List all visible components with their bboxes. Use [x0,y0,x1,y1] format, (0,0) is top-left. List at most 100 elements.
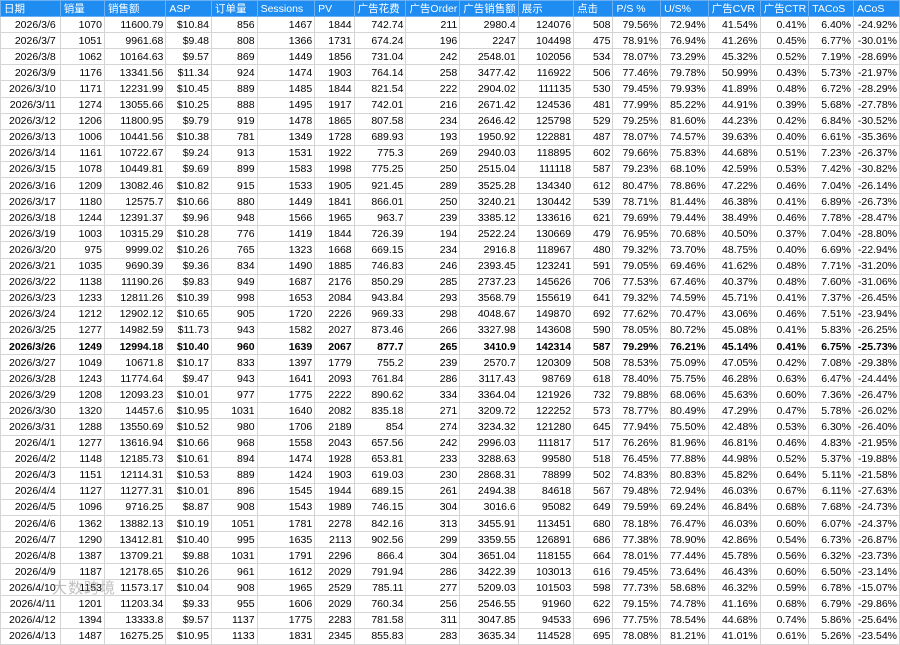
data-cell[interactable]: 81.60% [660,112,709,130]
data-cell[interactable]: -26.47% [852,386,900,404]
data-cell[interactable]: 1320 [59,402,105,420]
data-cell[interactable]: -24.92% [852,16,900,34]
data-cell[interactable]: 72.94% [660,16,709,34]
data-cell[interactable]: 78.54% [660,611,709,629]
data-cell[interactable]: 1965 [314,209,355,227]
data-cell[interactable]: 3455.91 [459,514,519,533]
data-cell[interactable]: 41.01% [707,627,761,645]
data-cell[interactable]: 47.22% [707,177,761,195]
data-cell[interactable]: 68.06% [660,386,709,404]
data-cell[interactable]: 2222 [314,386,355,404]
data-cell[interactable]: 618 [573,370,614,388]
data-cell[interactable]: 3240.21 [459,193,519,211]
data-cell[interactable]: 0.41% [759,337,810,356]
data-cell[interactable]: 13616.94 [103,434,167,452]
data-cell[interactable]: 79.69% [612,209,662,227]
data-cell[interactable]: 79.32% [612,241,662,259]
data-cell[interactable]: 111118 [517,160,575,179]
data-cell[interactable]: 75.09% [660,354,709,372]
data-cell[interactable]: 46.43% [707,563,761,581]
data-cell[interactable]: 980 [210,418,258,436]
data-cell[interactable]: 1903 [314,466,355,484]
data-cell[interactable]: 0.60% [759,563,810,581]
data-cell[interactable]: 13341.56 [103,64,167,82]
data-cell[interactable]: 304 [405,498,461,517]
data-cell[interactable]: 81.21% [660,627,709,645]
date-cell[interactable]: 2026/3/11 [0,96,61,114]
data-cell[interactable]: -23.94% [852,305,900,323]
data-cell[interactable]: 6.75% [808,337,854,356]
data-cell[interactable]: 95082 [517,498,575,517]
data-cell[interactable]: 10722.67 [103,144,167,162]
data-cell[interactable]: 46.84% [707,498,761,517]
data-cell[interactable]: $10.19 [165,514,212,533]
data-cell[interactable]: 41.89% [707,80,761,98]
data-cell[interactable]: 12994.18 [103,337,167,356]
data-cell[interactable]: 78.01% [612,547,662,565]
data-cell[interactable]: 1243 [59,370,105,388]
data-cell[interactable]: 1485 [256,80,316,98]
data-cell[interactable]: 79.56% [612,16,662,34]
date-cell[interactable]: 2026/4/13 [0,627,61,645]
data-cell[interactable]: 587 [573,160,614,179]
data-cell[interactable]: 0.41% [759,321,810,339]
data-cell[interactable]: 78.86% [660,177,709,195]
data-cell[interactable]: 0.48% [759,80,810,98]
data-cell[interactable]: 74.78% [660,595,709,613]
data-cell[interactable]: 1533 [256,177,316,195]
data-cell[interactable]: 99580 [517,450,575,468]
data-cell[interactable]: 726.39 [353,225,407,243]
data-cell[interactable]: 120309 [517,354,575,372]
data-cell[interactable]: $9.57 [165,611,212,629]
data-cell[interactable]: 2176 [314,273,355,291]
data-cell[interactable]: 598 [573,579,614,597]
data-cell[interactable]: 77.62% [612,305,662,323]
date-cell[interactable]: 2026/3/15 [0,160,61,179]
data-cell[interactable]: $10.01 [165,386,212,404]
data-cell[interactable]: $10.84 [165,16,212,34]
data-cell[interactable]: 530 [573,80,614,98]
data-cell[interactable]: 855.83 [353,627,407,645]
data-cell[interactable]: 0.40% [759,128,810,146]
data-cell[interactable]: $9.88 [165,547,212,565]
data-cell[interactable]: 122252 [517,402,575,420]
data-cell[interactable]: 77.53% [612,273,662,291]
data-cell[interactable]: $10.01 [165,482,212,500]
data-cell[interactable]: 2529 [314,579,355,597]
data-cell[interactable]: 612 [573,177,614,195]
date-cell[interactable]: 2026/4/8 [0,547,61,565]
data-cell[interactable]: 1209 [59,177,105,195]
data-cell[interactable]: 13412.81 [103,531,167,549]
data-cell[interactable]: 1277 [59,434,105,452]
data-cell[interactable]: 915 [210,177,258,195]
data-cell[interactable]: 888 [210,96,258,114]
date-cell[interactable]: 2026/3/31 [0,418,61,436]
data-cell[interactable]: 79.78% [660,64,709,82]
data-cell[interactable]: 3568.79 [459,289,519,307]
data-cell[interactable]: 1490 [256,257,316,275]
data-cell[interactable]: 908 [210,498,258,517]
data-cell[interactable]: 3410.9 [459,337,519,356]
data-cell[interactable]: 1049 [59,354,105,372]
data-cell[interactable]: 657.56 [353,434,407,452]
data-cell[interactable]: 265 [405,337,461,356]
data-cell[interactable]: 79.29% [612,337,662,356]
date-cell[interactable]: 2026/3/30 [0,402,61,420]
data-cell[interactable]: 894 [210,450,258,468]
data-cell[interactable]: 12114.31 [103,466,167,484]
data-cell[interactable]: 890.62 [353,386,407,404]
data-cell[interactable]: 664 [573,547,614,565]
data-cell[interactable]: 39.63% [707,128,761,146]
data-cell[interactable]: 641 [573,289,614,307]
data-cell[interactable]: -25.73% [852,337,900,356]
data-cell[interactable]: 7.51% [808,305,854,323]
data-cell[interactable]: 125798 [517,112,575,130]
data-cell[interactable]: 1545 [256,482,316,500]
data-cell[interactable]: 76.26% [612,434,662,452]
data-cell[interactable]: 1031 [210,547,258,565]
data-cell[interactable]: -28.47% [852,209,900,227]
data-cell[interactable]: 949 [210,273,258,291]
date-cell[interactable]: 2026/3/27 [0,354,61,372]
data-cell[interactable]: 0.43% [759,64,810,82]
date-cell[interactable]: 2026/3/12 [0,112,61,130]
